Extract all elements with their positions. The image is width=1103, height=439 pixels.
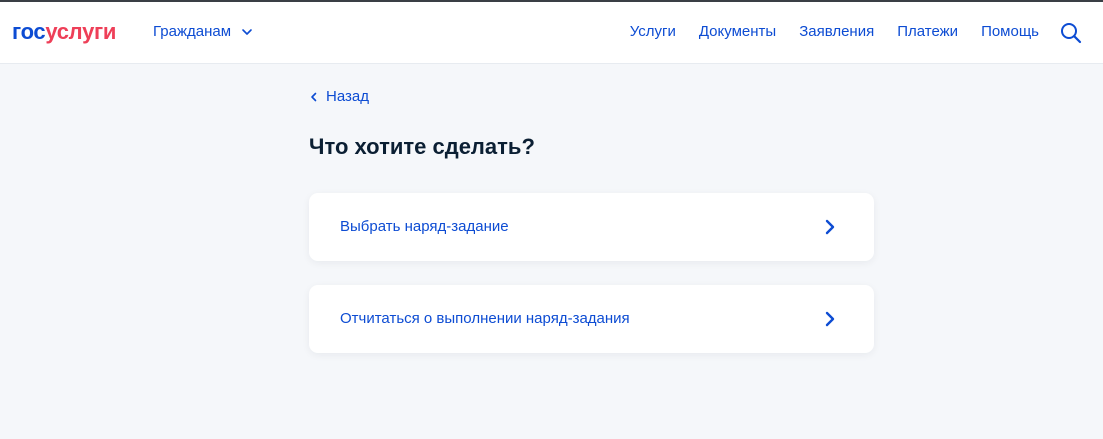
option-select-work-order[interactable]: Выбрать наряд-задание bbox=[309, 193, 874, 261]
logo-part-gos: гос bbox=[12, 19, 46, 44]
chevron-right-icon bbox=[825, 219, 835, 235]
page-title: Что хотите сделать? bbox=[309, 134, 535, 159]
option-label: Отчитаться о выполнении наряд-задания bbox=[340, 310, 630, 327]
audience-label: Гражданам bbox=[153, 23, 232, 40]
nav-item-applications[interactable]: Заявления bbox=[799, 23, 874, 41]
back-link[interactable]: Назад bbox=[309, 88, 369, 106]
chevron-left-icon bbox=[311, 92, 317, 102]
back-label: Назад bbox=[326, 88, 369, 105]
page: госуслуги Гражданам Услуги Документы Зая… bbox=[0, 0, 1103, 439]
option-report-work-order[interactable]: Отчитаться о выполнении наряд-задания bbox=[309, 285, 874, 353]
search-icon[interactable] bbox=[1059, 21, 1083, 45]
logo-part-uslugi: услуги bbox=[45, 19, 117, 44]
gosuslugi-logo[interactable]: госуслуги bbox=[12, 19, 116, 45]
nav-item-payments[interactable]: Платежи bbox=[897, 23, 958, 41]
nav-item-services[interactable]: Услуги bbox=[630, 23, 676, 41]
main-nav: Услуги Документы Заявления Платежи Помощ… bbox=[630, 23, 1039, 41]
chevron-right-icon bbox=[825, 311, 835, 327]
nav-item-documents[interactable]: Документы bbox=[699, 23, 776, 41]
audience-selector[interactable]: Гражданам bbox=[153, 23, 253, 41]
nav-item-help[interactable]: Помощь bbox=[981, 23, 1039, 41]
site-header: госуслуги Гражданам Услуги Документы Зая… bbox=[0, 2, 1103, 64]
chevron-down-icon bbox=[242, 29, 252, 35]
option-label: Выбрать наряд-задание bbox=[340, 218, 509, 235]
